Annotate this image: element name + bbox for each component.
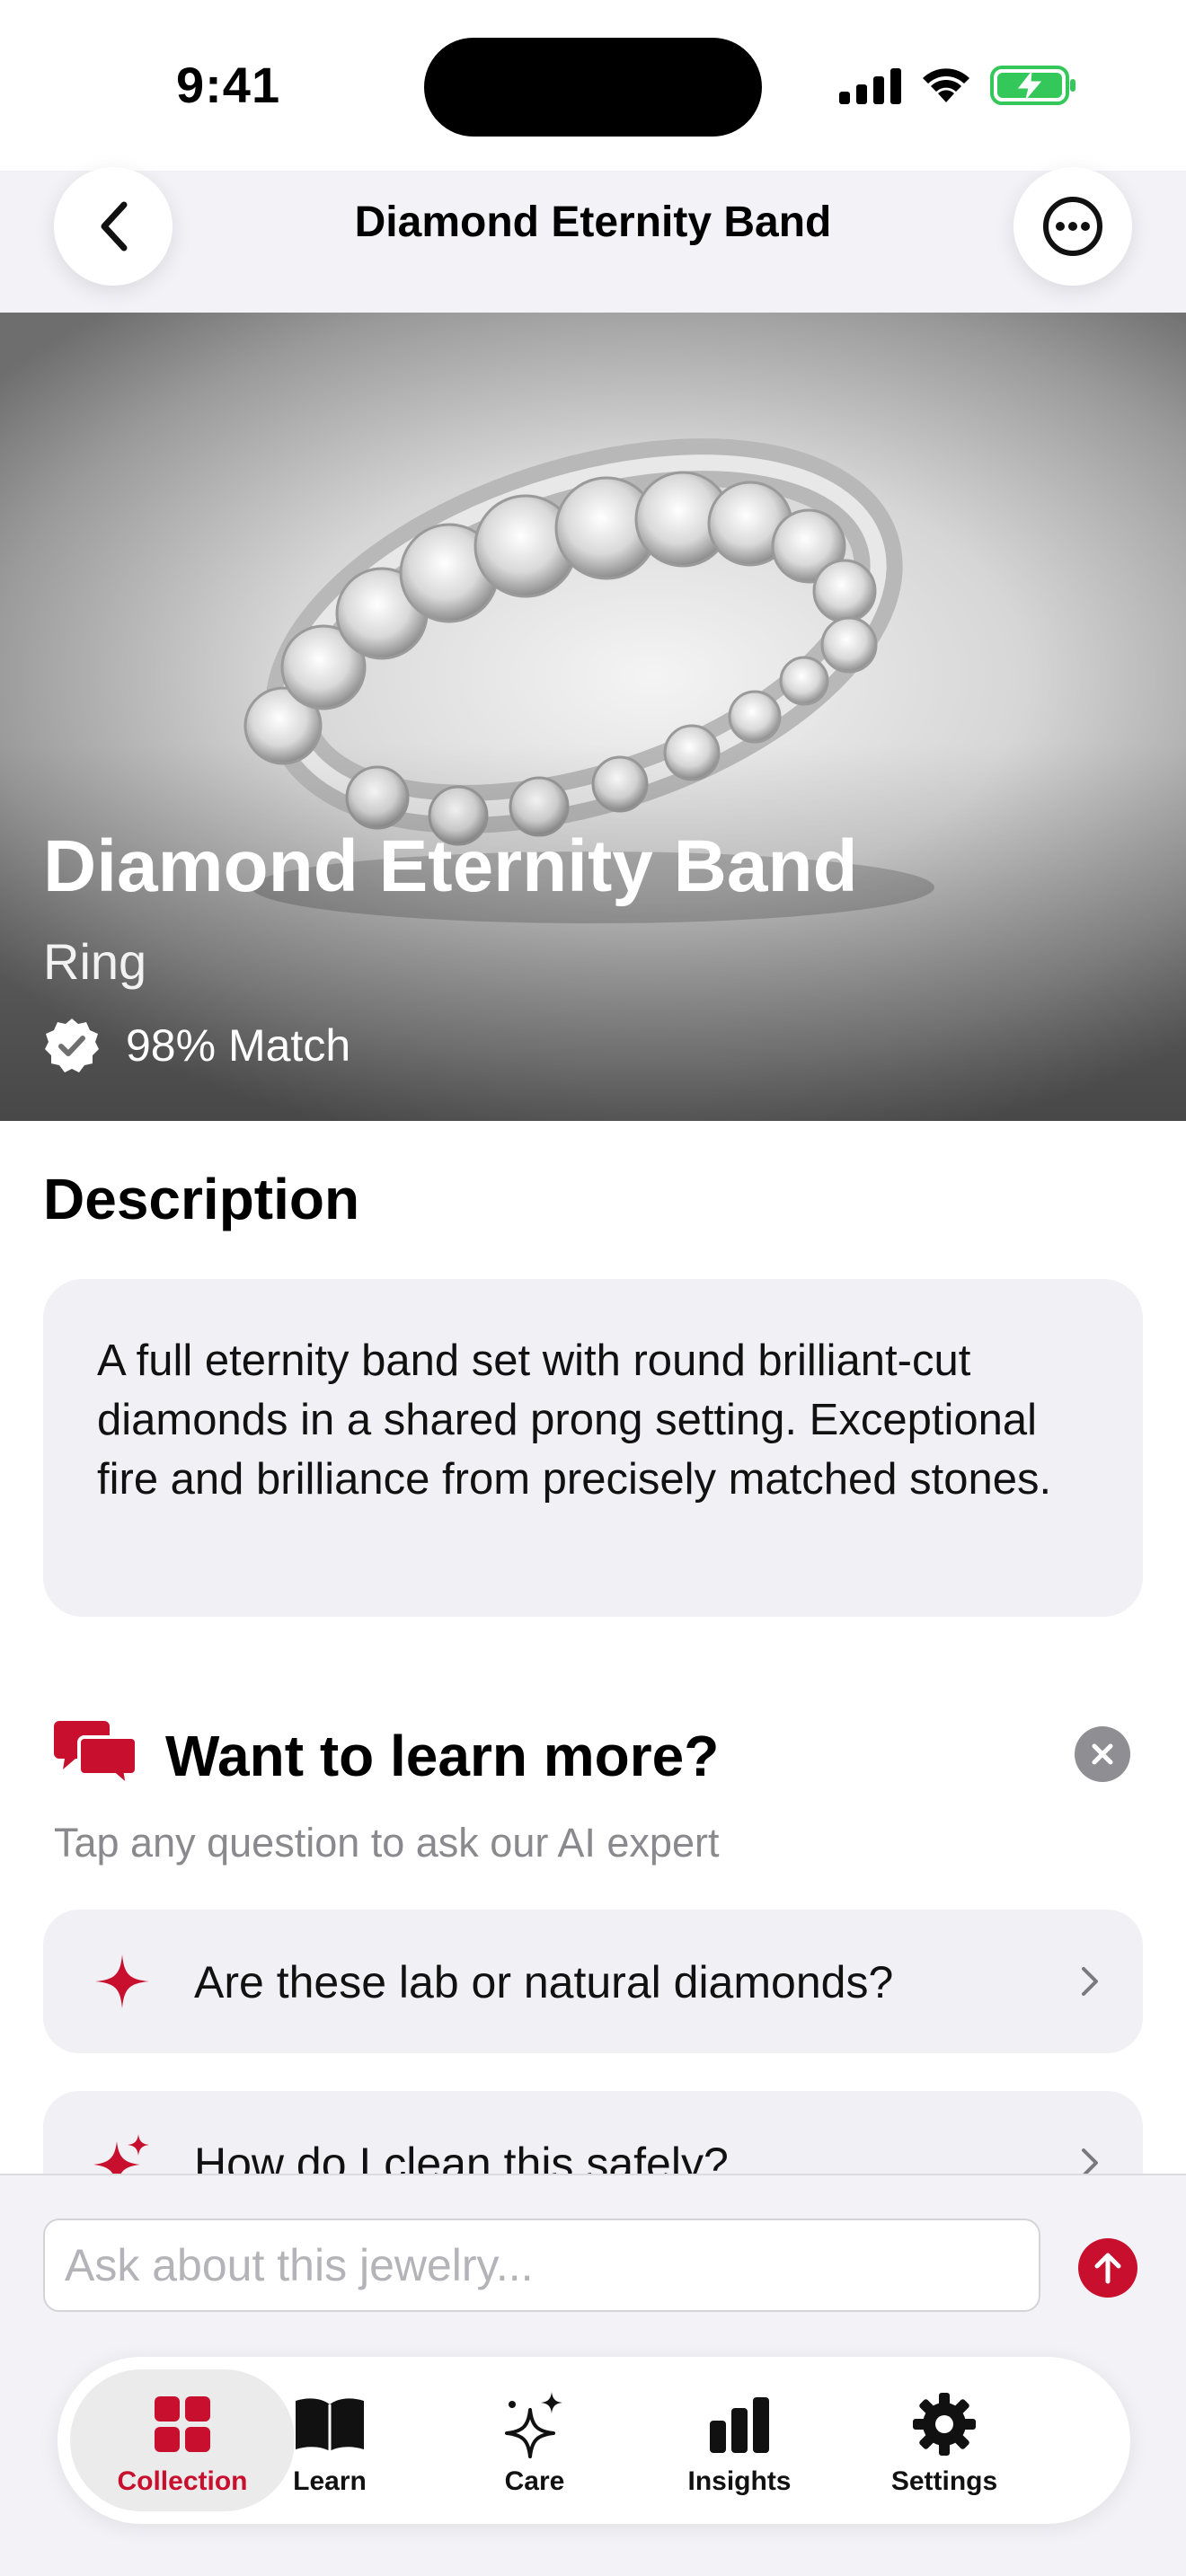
jewelry-hero-image: Diamond Eternity Band Ring 98% Match [0, 313, 1186, 1121]
tab-learn[interactable]: Learn [217, 2369, 442, 2511]
jewelry-title: Diamond Eternity Band [43, 825, 858, 907]
dynamic-island [424, 38, 762, 137]
verified-check-icon [45, 1019, 99, 1072]
arrow-up-icon [1094, 2253, 1121, 2284]
ask-jewelry-input[interactable] [43, 2219, 1040, 2312]
tab-label: Insights [687, 2466, 792, 2496]
status-time: 9:41 [176, 57, 281, 113]
tab-care[interactable]: Care [422, 2369, 647, 2511]
wifi-icon [923, 68, 969, 102]
bottom-panel: Collection Learn Care [0, 2174, 1186, 2576]
status-bar: 9:41 [0, 0, 1186, 171]
description-card: A full eternity band set with round bril… [43, 1279, 1143, 1617]
book-icon [296, 2398, 364, 2451]
grid-icon [155, 2396, 210, 2452]
learn-more-header: Want to learn more? [54, 1705, 1132, 1813]
ellipsis-circle-icon [1043, 197, 1102, 256]
tab-bar: Collection Learn Care Insights Settings [58, 2357, 1130, 2524]
back-button[interactable] [54, 167, 173, 286]
tab-label: Care [504, 2466, 565, 2496]
description-text: A full eternity band set with round bril… [97, 1337, 1052, 1504]
match-badge: 98% Match [43, 1017, 350, 1074]
sparkle-icon [95, 1954, 149, 2008]
tab-label: Learn [293, 2466, 367, 2496]
sparkles-icon [505, 2392, 562, 2458]
tab-insights[interactable]: Insights [627, 2369, 852, 2511]
dismiss-suggestions-button[interactable] [1075, 1726, 1130, 1782]
question-label: Are these lab or natural diamonds? [194, 1957, 894, 2007]
more-options-button[interactable] [1013, 167, 1132, 286]
tab-label: Settings [890, 2466, 998, 2496]
close-icon [1092, 1743, 1113, 1765]
match-label: 98% Match [126, 1020, 351, 1071]
chat-bubbles-icon [54, 1721, 137, 1787]
send-button[interactable] [1078, 2238, 1137, 2298]
battery-charging-icon [990, 66, 1075, 105]
gear-icon [913, 2393, 976, 2456]
learn-more-title: Want to learn more? [165, 1724, 720, 1788]
suggested-question[interactable]: Are these lab or natural diamonds? [43, 1910, 1143, 2053]
description-heading: Description [43, 1167, 360, 1231]
learn-more-subtitle: Tap any question to ask our AI expert [54, 1820, 720, 1866]
detail-content: Description A full eternity band set wit… [0, 1121, 1186, 2235]
chevron-right-icon [1082, 1967, 1098, 1996]
tab-settings[interactable]: Settings [832, 2369, 1057, 2511]
nav-title: Diamond Eternity Band [354, 198, 832, 246]
bar-chart-icon [710, 2397, 769, 2453]
chevron-left-icon [101, 201, 128, 251]
jewelry-category: Ring [43, 933, 147, 990]
cellular-signal-icon [839, 68, 901, 104]
